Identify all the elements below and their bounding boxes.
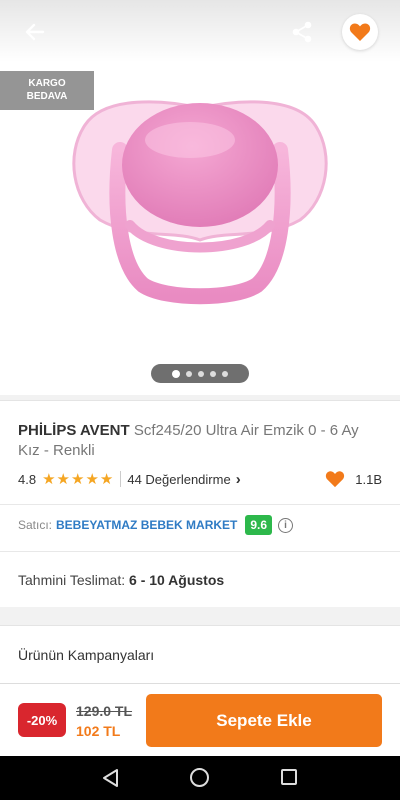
pagination-dot[interactable] — [172, 369, 180, 378]
favorite-button[interactable] — [342, 14, 378, 50]
rating-row: 4.8 ★ ★ ★ ★ ★ 44 Değerlendirme › 1.1B — [18, 469, 382, 489]
product-title: PHİLİPS AVENT Scf245/20 Ultra Air Emzik … — [18, 421, 383, 461]
system-navigation-bar — [0, 756, 400, 800]
star-icon: ★ — [85, 471, 99, 488]
chevron-right-icon: › — [235, 470, 241, 488]
new-price: 102 TL — [76, 723, 121, 739]
product-gallery[interactable]: KARGO BEDAVA — [0, 0, 400, 395]
top-bar — [0, 0, 400, 62]
divider — [0, 504, 400, 505]
heart-icon — [326, 471, 345, 488]
seller-row: Satıcı: BEBEYATMAZ BEBEK MARKET 9.6 i — [18, 515, 382, 535]
old-price: 129.0 TL — [76, 703, 133, 719]
seller-score-badge: 9.6 — [245, 515, 273, 535]
seller-name-link[interactable]: BEBEYATMAZ BEBEK MARKET — [56, 518, 237, 532]
reviews-link[interactable]: 44 Değerlendirme › — [127, 471, 240, 488]
likes-count: 1.1B — [355, 471, 382, 487]
nav-back-icon[interactable] — [101, 768, 121, 788]
pagination-dot[interactable] — [186, 370, 192, 377]
rating-stars: ★ ★ ★ ★ ★ — [42, 470, 114, 488]
heart-icon — [349, 23, 371, 41]
add-to-cart-button[interactable]: Sepete Ekle — [146, 694, 382, 747]
badge-line-1: KARGO — [28, 78, 66, 89]
star-icon: ★ — [99, 471, 114, 488]
product-image — [72, 100, 328, 305]
gallery-pagination — [151, 364, 249, 383]
share-button[interactable] — [289, 19, 315, 45]
delivery-label: Tahmini Teslimat: — [18, 572, 126, 588]
discount-badge: -20% — [18, 703, 66, 737]
pagination-dot[interactable] — [210, 370, 216, 377]
reviews-count: 44 Değerlendirme — [127, 471, 231, 487]
pagination-dot[interactable] — [222, 370, 228, 377]
delivery-value: 6 - 10 Ağustos — [129, 572, 225, 588]
seller-label: Satıcı: — [18, 518, 53, 532]
product-brand[interactable]: PHİLİPS AVENT — [18, 422, 130, 439]
nav-home-icon[interactable] — [190, 768, 209, 787]
star-icon: ★ — [70, 471, 85, 488]
estimated-delivery: Tahmini Teslimat: 6 - 10 Ağustos — [18, 572, 224, 588]
divider — [120, 471, 122, 487]
rating-value: 4.8 — [18, 471, 37, 487]
campaigns-title: Ürünün Kampanyaları — [18, 647, 155, 663]
nav-recents-icon[interactable] — [281, 769, 297, 785]
product-info-card: PHİLİPS AVENT Scf245/20 Ultra Air Emzik … — [0, 400, 400, 607]
star-icon: ★ — [56, 471, 70, 488]
back-button[interactable] — [22, 19, 48, 45]
divider — [0, 551, 400, 552]
share-icon — [292, 21, 312, 43]
badge-line-2: BEDAVA — [26, 91, 68, 102]
info-icon[interactable]: i — [278, 517, 294, 533]
arrow-left-icon — [25, 23, 45, 41]
add-to-cart-bar: -20% 129.0 TL 102 TL Sepete Ekle — [0, 683, 400, 756]
likes[interactable]: 1.1B — [325, 470, 382, 488]
star-icon: ★ — [42, 471, 56, 488]
free-shipping-badge: KARGO BEDAVA — [0, 71, 94, 110]
campaigns-section[interactable]: Ürünün Kampanyaları — [0, 625, 400, 685]
pagination-dot[interactable] — [198, 370, 204, 377]
